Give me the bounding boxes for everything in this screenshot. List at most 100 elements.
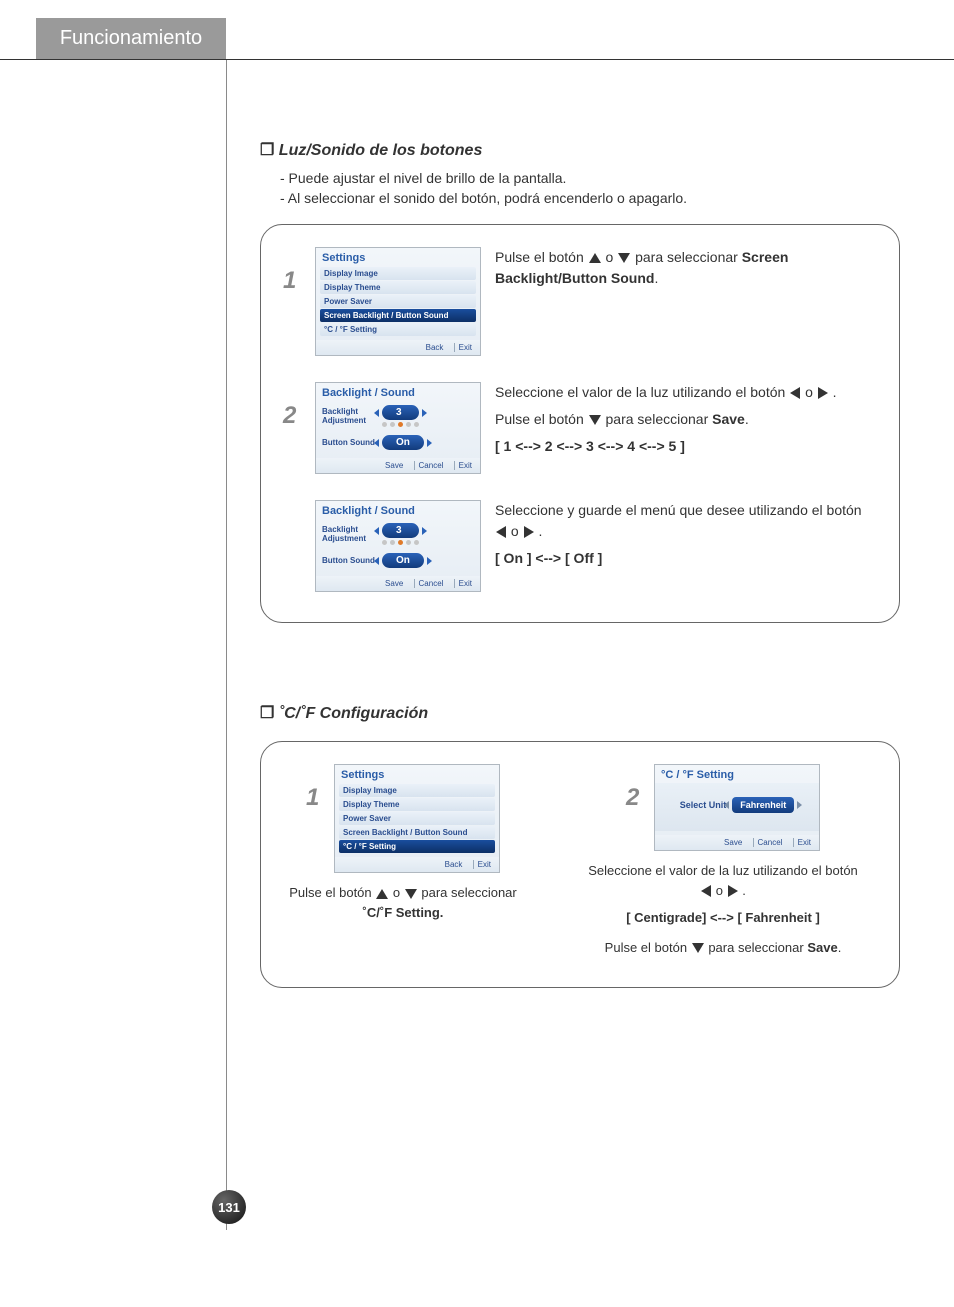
- dots-indicator: [382, 422, 419, 427]
- screen-title: Settings: [316, 248, 480, 266]
- value-pill: 3: [382, 523, 419, 538]
- screen-title: °C / °F Setting: [655, 765, 819, 783]
- sequence-text: [ Centigrade] <--> [ Fahrenheit ]: [583, 908, 863, 928]
- triangle-down-icon: [589, 415, 601, 425]
- text: o: [716, 883, 727, 898]
- menu-item: Display Theme: [320, 281, 476, 294]
- cf-text-1: Pulse el botón o para seleccionar ˚C/˚F …: [289, 883, 517, 922]
- screen-title: Backlight / Sound: [316, 501, 480, 519]
- footer-cancel: Cancel: [414, 579, 444, 588]
- screen-title: Settings: [335, 765, 499, 783]
- text: o: [805, 384, 817, 400]
- label: Select Unit: [680, 800, 727, 810]
- triangle-up-icon: [376, 889, 388, 899]
- label: Backlight Adjustment: [322, 407, 376, 425]
- footer-exit: Exit: [454, 579, 472, 588]
- select-unit-row: Select Unit Fahrenheit: [655, 783, 819, 831]
- sequence-text: [ 1 <--> 2 <--> 3 <--> 4 <--> 5 ]: [495, 436, 877, 457]
- text-bold: Save: [807, 940, 837, 955]
- step-text: Seleccione y guarde el menú que desee ut…: [495, 500, 877, 575]
- text: Seleccione el valor de la luz utilizando…: [588, 863, 858, 878]
- screenshot-cf-setting: °C / °F Setting Select Unit Fahrenheit S…: [654, 764, 820, 851]
- menu-item-selected: °C / °F Setting: [339, 840, 495, 853]
- triangle-down-icon: [618, 253, 630, 263]
- screenshot-backlight-1: Backlight / Sound Backlight Adjustment 3…: [315, 382, 481, 474]
- page-number-badge: 131: [212, 1190, 246, 1224]
- triangle-up-icon: [589, 253, 601, 263]
- footer-exit: Exit: [454, 343, 472, 352]
- text: para seleccionar: [635, 249, 742, 265]
- triangle-down-icon: [692, 943, 704, 953]
- header-tab: Funcionamiento: [36, 18, 226, 59]
- footer-save: Save: [724, 838, 742, 847]
- cf-text-2: Seleccione el valor de la luz utilizando…: [583, 861, 863, 957]
- intro-line-1: - Puede ajustar el nivel de brillo de la…: [280, 170, 900, 186]
- value-pill: 3: [382, 405, 419, 420]
- triangle-right-icon: [728, 885, 738, 897]
- intro-line-2: - Al seleccionar el sonido del botón, po…: [280, 190, 900, 206]
- step-2: 2 Backlight / Sound Backlight Adjustment…: [283, 382, 877, 474]
- label: Button Sound: [322, 438, 376, 447]
- step-number: 1: [306, 784, 324, 812]
- text: o: [511, 523, 523, 539]
- text: .: [742, 883, 746, 898]
- value-pill: On: [382, 435, 424, 450]
- dots-indicator: [382, 540, 419, 545]
- footer-cancel: Cancel: [414, 461, 444, 470]
- text: .: [745, 411, 749, 427]
- vertical-divider: [226, 60, 227, 1230]
- triangle-left-icon: [496, 526, 506, 538]
- screenshot-backlight-2: Backlight / Sound Backlight Adjustment 3…: [315, 500, 481, 592]
- panel-cf: 1 Settings Display Image Display Theme P…: [260, 741, 900, 988]
- text: para seleccionar: [421, 885, 516, 900]
- text-bold: Save: [712, 411, 745, 427]
- button-sound-row: Button Sound On: [316, 549, 480, 572]
- screen-footer: Back Exit: [316, 340, 480, 355]
- text: Seleccione y guarde el menú que desee ut…: [495, 502, 862, 518]
- screenshot-settings-1: Settings Display Image Display Theme Pow…: [315, 247, 481, 356]
- step-text: Seleccione el valor de la luz utilizando…: [495, 382, 877, 463]
- label: Backlight Adjustment: [322, 525, 376, 543]
- step-number: 2: [626, 784, 644, 812]
- text-bold: ˚C/˚F Setting.: [363, 905, 444, 920]
- cf-step-2: 2 °C / °F Setting Select Unit Fahrenheit…: [583, 764, 863, 957]
- button-sound-row: Button Sound On: [316, 431, 480, 454]
- backlight-row: Backlight Adjustment 3: [316, 519, 480, 549]
- screen-footer: Save Cancel Exit: [316, 576, 480, 591]
- section-title-cf: ˚C/˚F Configuración: [260, 703, 900, 723]
- triangle-left-icon: [701, 885, 711, 897]
- screen-title: Backlight / Sound: [316, 383, 480, 401]
- footer-exit: Exit: [454, 461, 472, 470]
- text: o: [393, 885, 404, 900]
- screenshot-settings-2: Settings Display Image Display Theme Pow…: [334, 764, 500, 873]
- text: Pulse el botón: [495, 249, 588, 265]
- text: Pulse el botón: [289, 885, 375, 900]
- triangle-right-icon: [524, 526, 534, 538]
- text: Pulse el botón: [605, 940, 691, 955]
- menu-item: Display Image: [339, 784, 495, 797]
- screen-footer: Save Cancel Exit: [655, 835, 819, 850]
- panel-backlight: 1 Settings Display Image Display Theme P…: [260, 224, 900, 623]
- text: .: [838, 940, 842, 955]
- menu-item: Display Image: [320, 267, 476, 280]
- screen-footer: Back Exit: [335, 857, 499, 872]
- text: .: [538, 523, 542, 539]
- footer-cancel: Cancel: [753, 838, 783, 847]
- menu-item-selected: Screen Backlight / Button Sound: [320, 309, 476, 322]
- step-3: Backlight / Sound Backlight Adjustment 3…: [283, 500, 877, 592]
- horizontal-steps: 1 Settings Display Image Display Theme P…: [283, 764, 877, 957]
- footer-save: Save: [385, 461, 403, 470]
- menu-item: Screen Backlight / Button Sound: [339, 826, 495, 839]
- main-content: Luz/Sonido de los botones - Puede ajusta…: [260, 140, 900, 988]
- text: para seleccionar: [708, 940, 807, 955]
- footer-exit: Exit: [793, 838, 811, 847]
- value-pill: Fahrenheit: [732, 797, 794, 813]
- menu-item: °C / °F Setting: [320, 323, 476, 336]
- triangle-left-icon: [790, 387, 800, 399]
- cf-step-1: 1 Settings Display Image Display Theme P…: [283, 764, 523, 922]
- value-pill: On: [382, 553, 424, 568]
- menu-item: Power Saver: [339, 812, 495, 825]
- header-bar: Funcionamiento: [0, 18, 954, 60]
- screen-footer: Save Cancel Exit: [316, 458, 480, 473]
- text: Pulse el botón: [495, 411, 588, 427]
